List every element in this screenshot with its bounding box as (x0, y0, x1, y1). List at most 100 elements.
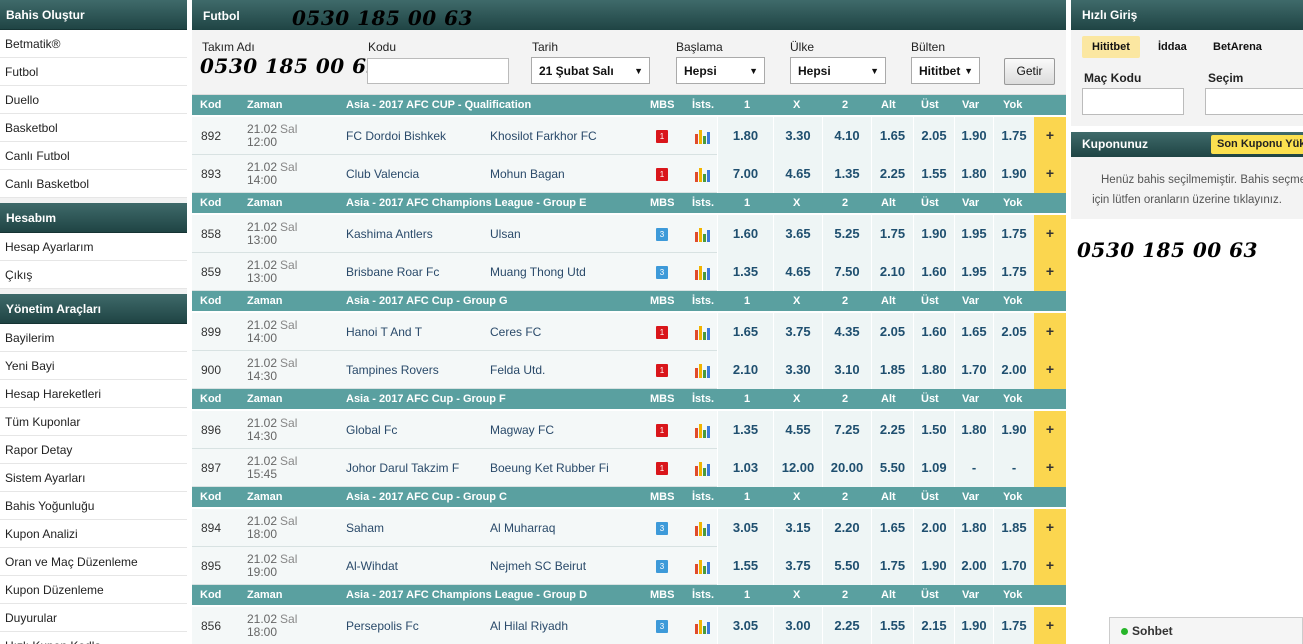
sidebar-item[interactable]: Rapor Detay (0, 436, 187, 464)
odd-yok[interactable]: 1.75 (993, 117, 1034, 155)
odd-yok[interactable]: 2.05 (993, 313, 1034, 351)
stats-chart-icon[interactable] (695, 559, 711, 574)
sidebar-item[interactable]: Kupon Analizi (0, 520, 187, 548)
odd-var[interactable]: 1.95 (954, 215, 993, 253)
sidebar-item[interactable]: Tüm Kuponlar (0, 408, 187, 436)
stats-chart-icon[interactable] (695, 461, 711, 476)
odd-var[interactable]: 1.95 (954, 253, 993, 291)
odd-x[interactable]: 4.65 (773, 155, 822, 193)
odd-var[interactable]: 1.80 (954, 509, 993, 547)
odd-2[interactable]: 3.10 (822, 351, 871, 389)
odd-var[interactable]: 1.90 (954, 117, 993, 155)
sidebar-item[interactable]: Oran ve Maç Düzenleme (0, 548, 187, 576)
odd-2[interactable]: 5.25 (822, 215, 871, 253)
odd-2[interactable]: 2.20 (822, 509, 871, 547)
more-odds-button[interactable]: + (1034, 411, 1066, 449)
odd-2[interactable]: 4.35 (822, 313, 871, 351)
more-odds-button[interactable]: + (1034, 547, 1066, 585)
more-odds-button[interactable]: + (1034, 509, 1066, 547)
bulletin-select[interactable]: Hititbet ▼ (911, 57, 980, 84)
odd-yok[interactable]: 1.70 (993, 547, 1034, 585)
odd-alt[interactable]: 1.85 (871, 351, 913, 389)
sidebar-item[interactable]: Bahis Yoğunluğu (0, 492, 187, 520)
odd-alt[interactable]: 2.05 (871, 313, 913, 351)
odd-alt[interactable]: 2.10 (871, 253, 913, 291)
odd-x[interactable]: 4.65 (773, 253, 822, 291)
load-last-coupon-button[interactable]: Son Kuponu Yükle (1211, 135, 1303, 154)
odd-alt[interactable]: 1.75 (871, 547, 913, 585)
match-code-input[interactable] (1082, 88, 1184, 115)
odd-var[interactable]: 1.90 (954, 607, 993, 644)
sidebar-item[interactable]: Betmatik® (0, 30, 187, 58)
odd-2[interactable]: 4.10 (822, 117, 871, 155)
odd-ust[interactable]: 1.90 (913, 547, 954, 585)
stats-chart-icon[interactable] (695, 227, 711, 242)
sidebar-item[interactable]: Canlı Basketbol (0, 170, 187, 198)
odd-x[interactable]: 3.15 (773, 509, 822, 547)
stats-chart-icon[interactable] (695, 167, 711, 182)
odd-x[interactable]: 3.75 (773, 313, 822, 351)
odd-1[interactable]: 1.35 (717, 411, 773, 449)
odd-alt[interactable]: 2.25 (871, 155, 913, 193)
odd-yok[interactable]: 1.90 (993, 411, 1034, 449)
odd-alt[interactable]: 1.65 (871, 117, 913, 155)
odd-var[interactable]: 1.70 (954, 351, 993, 389)
odd-1[interactable]: 1.60 (717, 215, 773, 253)
odd-ust[interactable]: 1.55 (913, 155, 954, 193)
odd-x[interactable]: 3.75 (773, 547, 822, 585)
stats-chart-icon[interactable] (695, 363, 711, 378)
odd-2[interactable]: 20.00 (822, 449, 871, 487)
sidebar-item[interactable]: Duello (0, 86, 187, 114)
sidebar-item[interactable]: Kupon Düzenleme (0, 576, 187, 604)
more-odds-button[interactable]: + (1034, 351, 1066, 389)
odd-yok[interactable]: 2.00 (993, 351, 1034, 389)
sidebar-item[interactable]: Hesap Hareketleri (0, 380, 187, 408)
odd-1[interactable]: 2.10 (717, 351, 773, 389)
sidebar-item[interactable]: Basketbol (0, 114, 187, 142)
start-select[interactable]: Hepsi ▼ (676, 57, 765, 84)
odd-alt[interactable]: 2.25 (871, 411, 913, 449)
tab-iddaa[interactable]: İddaa (1148, 36, 1197, 58)
odd-ust[interactable]: 2.05 (913, 117, 954, 155)
odd-1[interactable]: 1.65 (717, 313, 773, 351)
odd-x[interactable]: 3.30 (773, 117, 822, 155)
odd-yok[interactable]: 1.75 (993, 253, 1034, 291)
odd-1[interactable]: 1.35 (717, 253, 773, 291)
choice-input[interactable] (1205, 88, 1303, 115)
odd-ust[interactable]: 1.90 (913, 215, 954, 253)
stats-chart-icon[interactable] (695, 521, 711, 536)
odd-var[interactable]: 1.80 (954, 411, 993, 449)
odd-ust[interactable]: 2.15 (913, 607, 954, 644)
odd-2[interactable]: 2.25 (822, 607, 871, 644)
odd-yok[interactable]: 1.75 (993, 215, 1034, 253)
sidebar-item[interactable]: Çıkış (0, 261, 187, 289)
date-select[interactable]: 21 Şubat Salı ▼ (531, 57, 650, 84)
odd-1[interactable]: 1.55 (717, 547, 773, 585)
odd-2[interactable]: 5.50 (822, 547, 871, 585)
more-odds-button[interactable]: + (1034, 253, 1066, 291)
odd-var[interactable]: - (954, 449, 993, 487)
odd-alt[interactable]: 1.55 (871, 607, 913, 644)
chat-button[interactable]: Sohbet (1109, 617, 1303, 644)
stats-chart-icon[interactable] (695, 619, 711, 634)
more-odds-button[interactable]: + (1034, 117, 1066, 155)
odd-x[interactable]: 3.00 (773, 607, 822, 644)
odd-yok[interactable]: 1.90 (993, 155, 1034, 193)
odd-x[interactable]: 3.30 (773, 351, 822, 389)
code-input[interactable] (367, 58, 509, 84)
sidebar-item[interactable]: Duyurular (0, 604, 187, 632)
submit-button[interactable]: Getir (1004, 58, 1055, 85)
more-odds-button[interactable]: + (1034, 607, 1066, 644)
odd-1[interactable]: 1.80 (717, 117, 773, 155)
odd-ust[interactable]: 1.09 (913, 449, 954, 487)
odd-2[interactable]: 1.35 (822, 155, 871, 193)
odd-ust[interactable]: 2.00 (913, 509, 954, 547)
odd-alt[interactable]: 1.65 (871, 509, 913, 547)
sidebar-item[interactable]: Yeni Bayi (0, 352, 187, 380)
tab-betarena[interactable]: BetArena (1203, 36, 1272, 58)
odd-var[interactable]: 1.80 (954, 155, 993, 193)
odd-ust[interactable]: 1.60 (913, 313, 954, 351)
country-select[interactable]: Hepsi ▼ (790, 57, 886, 84)
more-odds-button[interactable]: + (1034, 155, 1066, 193)
odd-ust[interactable]: 1.80 (913, 351, 954, 389)
